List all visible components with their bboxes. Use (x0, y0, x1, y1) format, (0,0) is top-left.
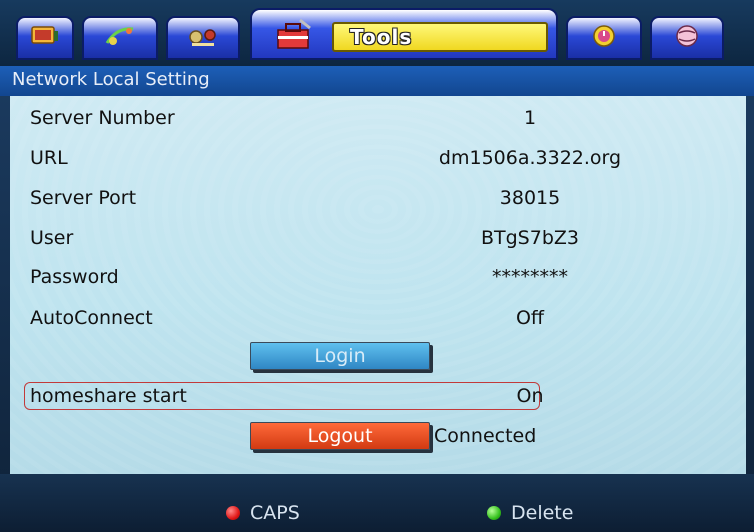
tab-satellite[interactable] (82, 16, 158, 60)
green-key-hint: Delete (487, 502, 573, 524)
settings-panel: Server Number 1 URL dm1506a.3322.org Ser… (10, 96, 746, 474)
tab-globe[interactable] (650, 16, 724, 60)
setting-row-homeshare[interactable]: homeshare start On (30, 383, 730, 413)
setting-row-user[interactable]: User BTgS7bZ3 (30, 225, 730, 255)
tv-icon (30, 23, 60, 54)
clock-icon (590, 23, 618, 54)
setting-value: On (516, 385, 544, 407)
setting-row-url[interactable]: URL dm1506a.3322.org (30, 145, 730, 175)
setting-label: Password (30, 266, 119, 288)
setting-value: Off (515, 307, 545, 329)
setting-value: 38015 (499, 187, 561, 209)
connection-status: Connected (434, 425, 537, 447)
red-button-icon (226, 506, 240, 520)
satellite-icon (103, 23, 137, 54)
setting-label: AutoConnect (30, 307, 153, 329)
logout-button[interactable]: Logout (250, 422, 430, 450)
footer-bar: CAPS Delete (0, 474, 754, 532)
setting-value: BTgS7bZ3 (480, 227, 579, 249)
setting-label: Server Port (30, 187, 137, 209)
tab-timer[interactable] (566, 16, 642, 60)
globe-icon (673, 23, 701, 54)
setting-value: dm1506a.3322.org (438, 147, 622, 169)
section-title: Network Local Setting (12, 69, 210, 90)
section-title-bar: Network Local Setting (0, 66, 754, 96)
green-key-label: Delete (511, 502, 574, 524)
setting-value: ******** (492, 266, 568, 288)
login-button[interactable]: Login (250, 342, 430, 370)
tools-settings-icon (186, 23, 220, 54)
setting-row-password[interactable]: Password ******** (30, 264, 730, 294)
green-button-icon (487, 506, 501, 520)
toolbox-icon (274, 18, 314, 52)
screen: Tools Network Local Setting Server Numbe… (0, 0, 754, 532)
setting-label: User (30, 227, 74, 249)
setting-value: 1 (523, 107, 537, 129)
red-key-label: CAPS (250, 502, 300, 524)
setting-label: Server Number (30, 107, 175, 129)
setting-label: homeshare start (30, 385, 187, 407)
setting-label: URL (30, 147, 68, 169)
tab-settings[interactable] (166, 16, 240, 60)
red-key-hint: CAPS (226, 502, 300, 524)
tab-bar: Tools (0, 0, 754, 66)
setting-row-autoconnect[interactable]: AutoConnect Off (30, 305, 730, 335)
tab-tv[interactable] (16, 16, 74, 60)
tab-tools[interactable]: Tools (250, 8, 558, 60)
setting-row-server-number[interactable]: Server Number 1 (30, 105, 730, 135)
tools-tab-label: Tools (350, 25, 413, 49)
setting-row-server-port[interactable]: Server Port 38015 (30, 185, 730, 215)
tools-tab-label-box: Tools (332, 22, 548, 52)
